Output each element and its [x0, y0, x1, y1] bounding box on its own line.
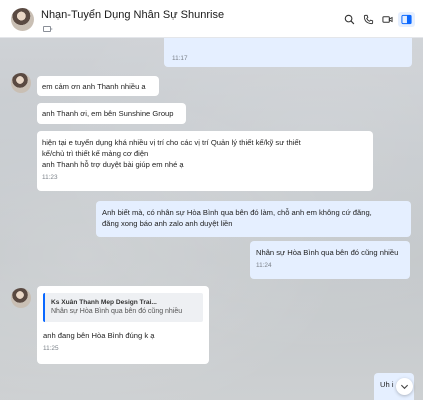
- message-outgoing[interactable]: 11:17: [164, 38, 412, 67]
- tag-icon[interactable]: [43, 26, 53, 32]
- group-avatar[interactable]: [11, 8, 34, 31]
- message-incoming[interactable]: Ks Xuân Thanh Mep Design Trai... Nhân sự…: [37, 286, 209, 364]
- quoted-sender: Ks Xuân Thanh Mep Design Trai...: [51, 299, 157, 306]
- sender-avatar[interactable]: [11, 73, 31, 93]
- header-actions: [339, 12, 415, 27]
- message-outgoing[interactable]: Anh biết mà, có nhân sự Hòa Bình qua bên…: [96, 201, 411, 237]
- message-incoming[interactable]: anh Thanh ơi, em bên Sunshine Group: [37, 103, 186, 124]
- message-text: anh Thanh ơi, em bên Sunshine Group: [42, 109, 174, 118]
- chat-header: Nhạn-Tuyển Dụng Nhân Sự Shunrise: [0, 0, 423, 38]
- scroll-to-bottom-button[interactable]: [396, 378, 413, 395]
- message-time: 11:25: [43, 345, 59, 352]
- message-incoming[interactable]: hiện tại e tuyển dụng khá nhiều vị trí c…: [37, 131, 373, 191]
- message-time: 11:24: [256, 262, 272, 269]
- message-list[interactable]: 11:17 em cảm ơn anh Thanh nhiều a anh Th…: [0, 38, 423, 400]
- message-text: em cảm ơn anh Thanh nhiều a: [42, 82, 146, 91]
- message-text-line: kế/chủ trì thiết kế mảng cơ điện: [42, 149, 149, 158]
- message-text: anh đang bên Hòa Bình đúng k ạ: [43, 331, 155, 340]
- message-text-line: hiện tại e tuyển dụng khá nhiều vị trí c…: [42, 138, 301, 147]
- search-icon[interactable]: [341, 12, 358, 27]
- message-time: 11:23: [42, 174, 58, 181]
- sidebar-toggle-icon[interactable]: [398, 12, 415, 27]
- message-incoming[interactable]: em cảm ơn anh Thanh nhiều a: [37, 76, 159, 96]
- message-text: Nhân sự Hòa Bình qua bên đó cũng nhiều: [256, 248, 399, 257]
- chat-title[interactable]: Nhạn-Tuyển Dụng Nhân Sự Shunrise: [41, 9, 224, 21]
- message-text-line: Anh biết mà, có nhân sự Hòa Bình qua bên…: [102, 208, 372, 217]
- video-icon[interactable]: [379, 12, 396, 27]
- message-time: 11:17: [172, 55, 188, 62]
- message-text-line: anh Thanh hỗ trợ duyệt bài giúp em nhé ạ: [42, 160, 184, 169]
- message-outgoing[interactable]: Nhân sự Hòa Bình qua bên đó cũng nhiều 1…: [250, 241, 410, 279]
- chevron-down-icon: [400, 384, 409, 390]
- quoted-text: Nhân sự Hòa Bình qua bên đó cũng nhiều: [51, 308, 183, 315]
- quoted-message[interactable]: Ks Xuân Thanh Mep Design Trai... Nhân sự…: [43, 293, 203, 322]
- message-text-line: đăng xong báo anh zalo anh duyệt liền: [102, 219, 233, 228]
- phone-icon[interactable]: [360, 12, 377, 27]
- sender-avatar[interactable]: [11, 288, 31, 308]
